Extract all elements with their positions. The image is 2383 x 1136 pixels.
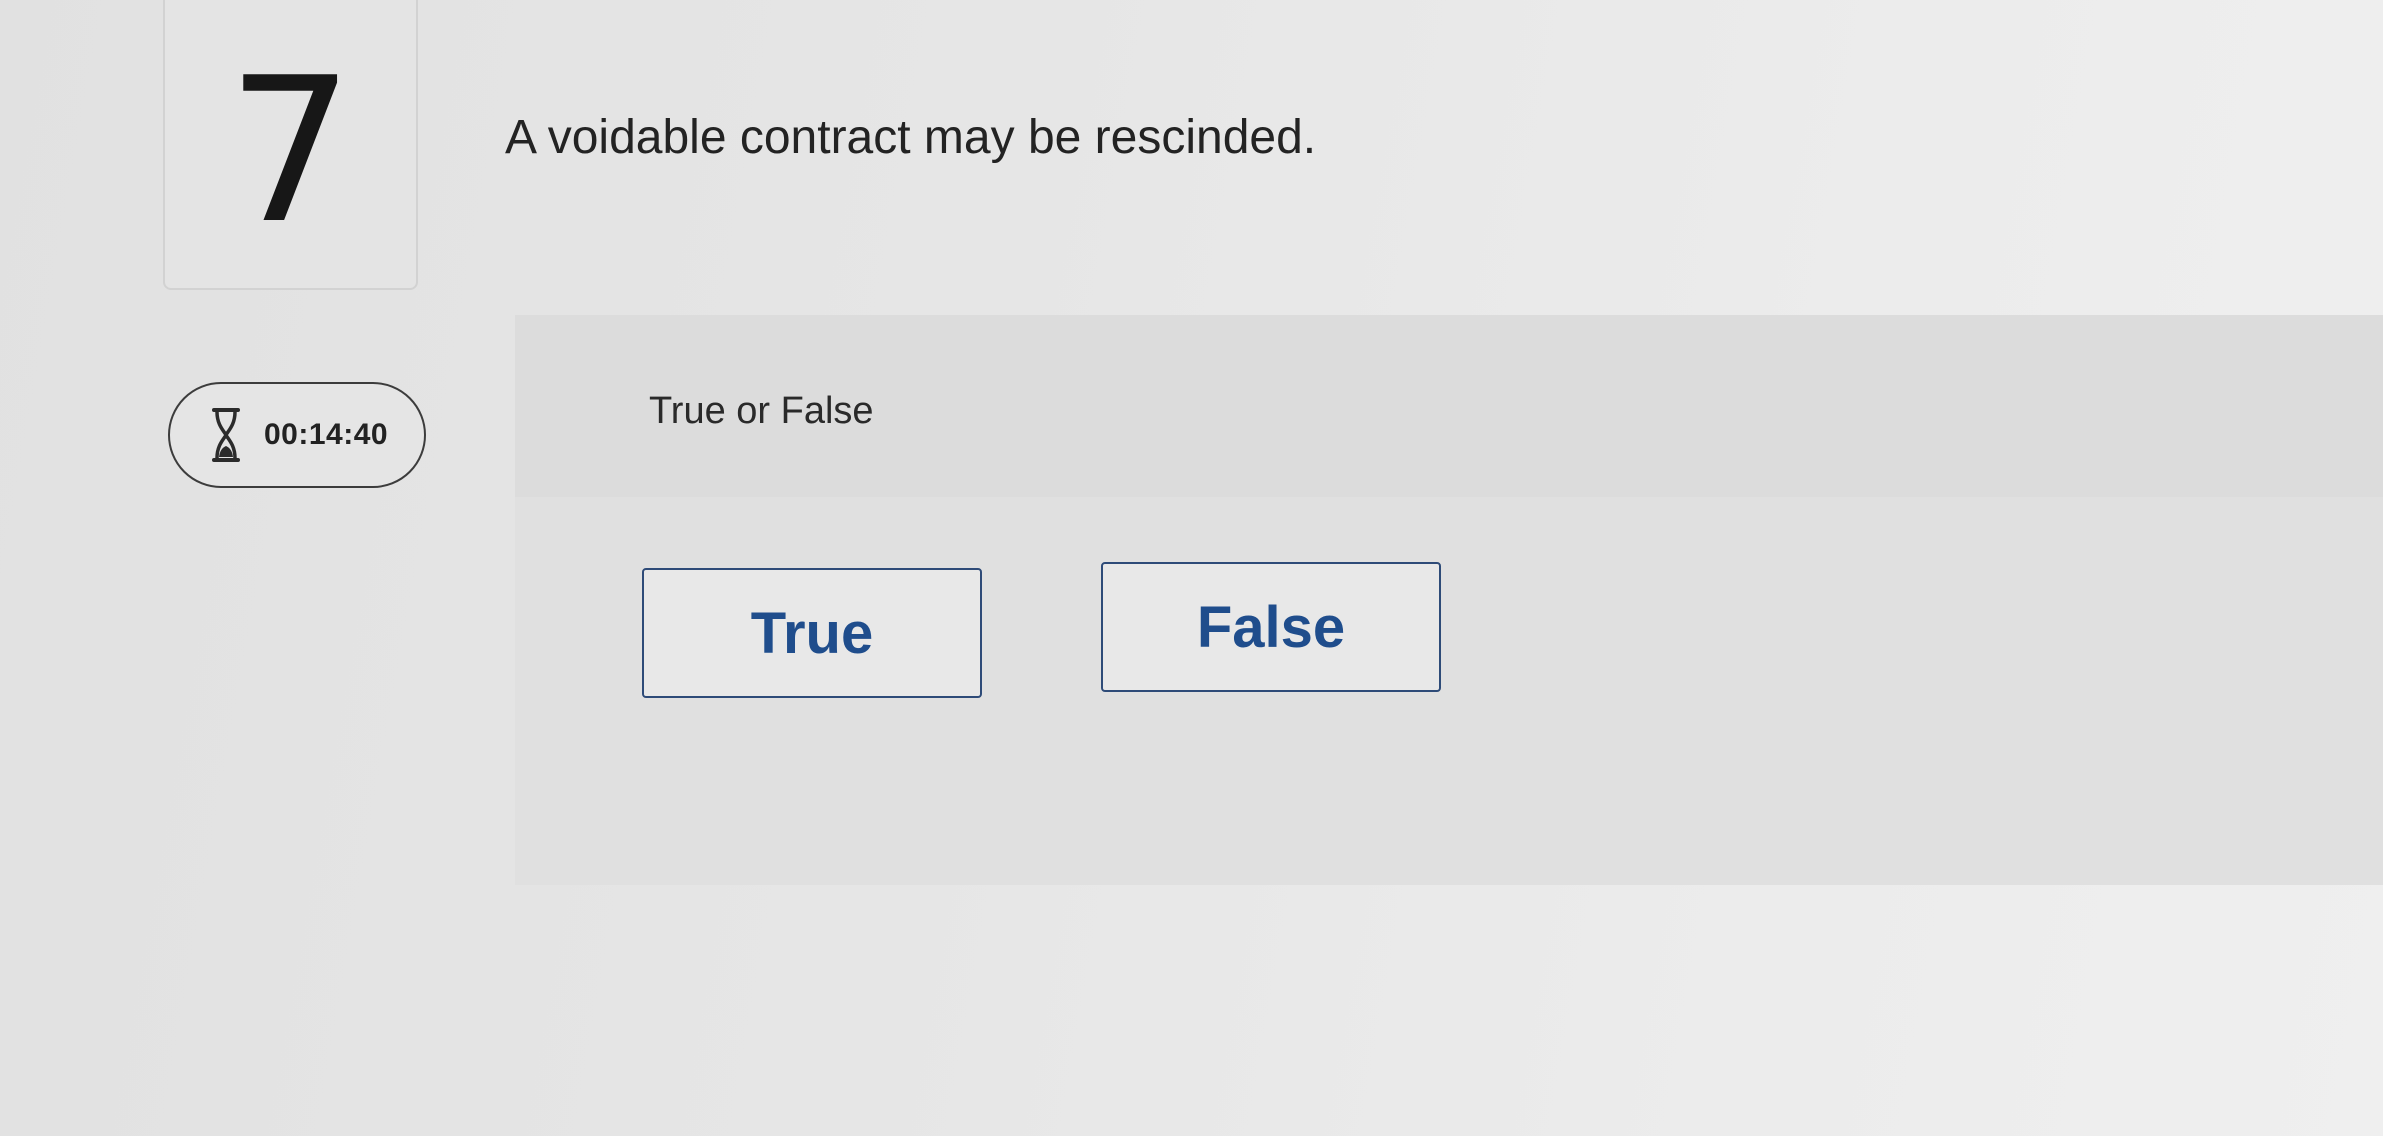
hourglass-icon: [212, 408, 240, 462]
timer-badge[interactable]: 00:14:40: [168, 382, 426, 488]
question-type-label: True or False: [649, 390, 874, 432]
question-number-box: 7: [163, 0, 418, 290]
timer-value: 00:14:40: [264, 418, 389, 451]
answer-panel: True or False True False: [515, 315, 2383, 885]
question-prompt: A voidable contract may be rescinded.: [505, 111, 1317, 164]
question-number: 7: [226, 35, 355, 268]
false-button[interactable]: False: [1101, 562, 1441, 692]
true-button[interactable]: True: [642, 568, 982, 698]
